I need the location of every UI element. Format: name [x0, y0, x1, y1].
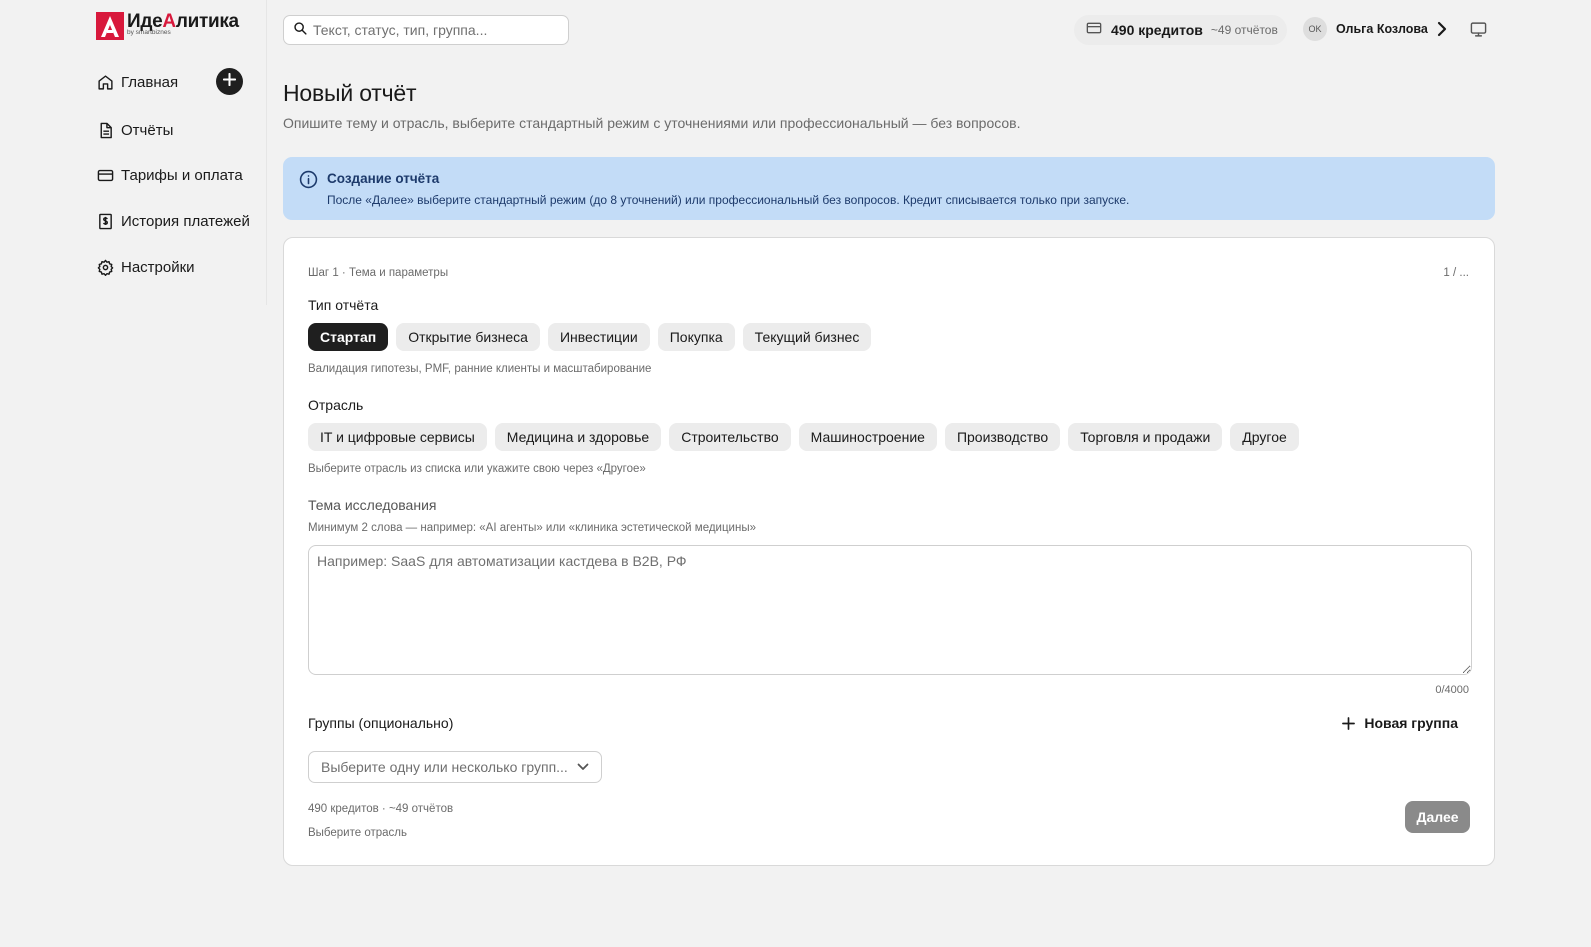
next-button[interactable]: Далее — [1405, 801, 1470, 833]
sidebar-item-settings[interactable]: Настройки — [96, 255, 256, 279]
chevron-right-icon — [1436, 21, 1448, 37]
step-counter: 1 / ... — [1443, 267, 1469, 279]
logo-mark-icon — [96, 12, 124, 40]
chip-industry-trade[interactable]: Торговля и продажи — [1068, 423, 1223, 451]
topic-textarea[interactable] — [308, 545, 1472, 675]
sidebar-item-reports[interactable]: Отчёты — [96, 118, 256, 142]
chip-industry-construction[interactable]: Строительство — [669, 423, 791, 451]
chip-report-type-purchase[interactable]: Покупка — [657, 323, 735, 351]
industry-label: Отрасль — [308, 397, 364, 413]
industry-chips: IT и цифровые сервисы Медицина и здоровь… — [308, 423, 1299, 451]
display-mode-button[interactable] — [1470, 21, 1487, 43]
sidebar-item-label: Главная — [121, 73, 179, 91]
plus-icon — [222, 72, 237, 91]
search-icon — [293, 21, 307, 40]
home-icon — [96, 73, 114, 91]
report-form-card: Шаг 1 · Тема и параметры 1 / ... Тип отч… — [283, 237, 1495, 866]
chip-report-type-startup[interactable]: Стартап — [308, 323, 389, 351]
chip-industry-other[interactable]: Другое — [1230, 423, 1299, 451]
info-banner-title: Создание отчёта — [327, 171, 440, 186]
chip-report-type-business-opening[interactable]: Открытие бизнеса — [396, 323, 540, 351]
chip-report-type-investments[interactable]: Инвестиции — [547, 323, 650, 351]
document-icon — [96, 121, 114, 139]
sidebar-item-payment-history[interactable]: История платежей — [96, 209, 256, 233]
wallet-card-icon — [1086, 21, 1102, 40]
groups-label: Группы (опционально) — [308, 715, 454, 731]
gear-icon — [96, 258, 114, 276]
chevron-down-icon — [577, 758, 589, 776]
groups-select-placeholder: Выберите одну или несколько групп... — [321, 759, 568, 775]
report-type-label: Тип отчёта — [308, 297, 379, 313]
new-report-button[interactable] — [216, 68, 243, 95]
user-menu[interactable]: OK Ольга Козлова — [1303, 17, 1448, 41]
sidebar-item-tariffs[interactable]: Тарифы и оплата — [96, 163, 256, 187]
new-group-button[interactable]: Новая группа — [1342, 715, 1458, 731]
char-counter: 0/4000 — [1435, 684, 1469, 696]
chip-industry-medicine[interactable]: Медицина и здоровье — [494, 423, 662, 451]
search-input[interactable] — [313, 22, 553, 38]
sidebar-item-label: История платежей — [121, 212, 250, 230]
sidebar-item-label: Настройки — [121, 258, 195, 276]
step-label: Шаг 1 · Тема и параметры — [308, 267, 449, 279]
avatar: OK — [1303, 17, 1327, 41]
plus-icon — [1342, 716, 1356, 730]
groups-select[interactable]: Выберите одну или несколько групп... — [308, 751, 602, 783]
credits-approx: ~49 отчётов — [1210, 23, 1278, 37]
sidebar-item-label: Тарифы и оплата — [121, 166, 243, 184]
footer-hint: Выберите отрасль — [308, 827, 407, 839]
info-banner: Создание отчёта После «Далее» выберите с… — [283, 157, 1495, 220]
info-icon — [299, 170, 318, 194]
sidebar: ИдеАлитика by smartbiznes Главная Отчёты… — [0, 0, 267, 305]
monitor-icon — [1470, 22, 1487, 42]
receipt-dollar-icon — [96, 212, 114, 230]
chip-industry-manufacturing[interactable]: Производство — [944, 423, 1061, 451]
user-name: Ольга Козлова — [1336, 22, 1428, 36]
sidebar-item-label: Отчёты — [121, 121, 174, 139]
industry-hint: Выберите отрасль из списка или укажите с… — [308, 463, 646, 475]
footer-credits: 490 кредитов · ~49 отчётов — [308, 803, 454, 815]
report-type-hint: Валидация гипотезы, PMF, ранние клиенты … — [308, 363, 652, 375]
search-box[interactable] — [283, 15, 569, 45]
chip-report-type-current-business[interactable]: Текущий бизнес — [742, 323, 872, 351]
report-type-chips: Стартап Открытие бизнеса Инвестиции Поку… — [308, 323, 872, 351]
page-title: Новый отчёт — [283, 80, 417, 106]
page-subtitle: Опишите тему и отрасль, выберите стандар… — [283, 115, 1021, 131]
topic-hint: Минимум 2 слова — например: «AI агенты» … — [308, 522, 756, 534]
credit-card-icon — [96, 166, 114, 184]
chip-industry-it[interactable]: IT и цифровые сервисы — [308, 423, 487, 451]
topic-label: Тема исследования — [308, 497, 437, 513]
new-group-label: Новая группа — [1364, 715, 1458, 731]
chip-industry-machinery[interactable]: Машиностроение — [798, 423, 937, 451]
brand-logo[interactable]: ИдеАлитика by smartbiznes — [96, 12, 239, 40]
credits-amount: 490 кредитов — [1111, 22, 1203, 38]
credits-balance[interactable]: 490 кредитов ~49 отчётов — [1074, 15, 1287, 45]
info-banner-text: После «Далее» выберите стандартный режим… — [327, 193, 1130, 207]
